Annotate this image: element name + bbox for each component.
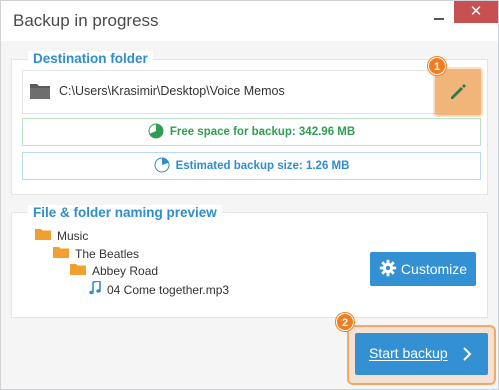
folder-icon xyxy=(70,263,86,278)
tree-item: Music xyxy=(35,228,88,243)
estimated-size-row: Estimated backup size: 1.26 MB xyxy=(22,152,481,180)
destination-folder-title: Destination folder xyxy=(28,51,153,66)
folder-icon xyxy=(29,82,51,100)
pie-estimated-size-icon xyxy=(154,157,170,176)
free-space-label: Free space for backup: 342.96 MB xyxy=(169,126,356,138)
start-backup-label: Start backup xyxy=(369,345,448,361)
estimated-size-label: Estimated backup size: 1.26 MB xyxy=(175,160,350,172)
close-button[interactable]: ✕ xyxy=(454,1,498,23)
minimize-button[interactable] xyxy=(428,7,450,27)
tree-item-label: The Beatles xyxy=(75,246,140,261)
edit-destination-button[interactable] xyxy=(435,69,481,115)
naming-preview-title: File & folder naming preview xyxy=(28,205,222,220)
pencil-icon xyxy=(451,84,466,99)
tree-item: Abbey Road xyxy=(70,263,158,278)
music-note-icon xyxy=(89,280,101,298)
step-badge-1: 1 xyxy=(428,57,446,75)
folder-icon xyxy=(53,246,69,261)
folder-icon xyxy=(35,228,51,243)
tree-item-label: Music xyxy=(57,228,89,243)
destination-path-text: C:\Users\Krasimir\Desktop\Voice Memos xyxy=(59,84,285,98)
start-backup-button[interactable]: Start backup xyxy=(355,333,488,375)
tree-item-label: Abbey Road xyxy=(92,263,159,278)
tree-item: The Beatles xyxy=(53,246,139,261)
customize-button[interactable]: Customize xyxy=(370,252,476,286)
tree-item-label: 04 Come together.mp3 xyxy=(107,282,230,297)
tree-item: 04 Come together.mp3 xyxy=(89,280,230,298)
chevron-right-icon xyxy=(462,347,472,364)
window-title: Backup in progress xyxy=(13,11,159,30)
gear-icon xyxy=(379,259,397,280)
title-bar[interactable]: Backup in progress ✕ xyxy=(1,1,498,41)
pie-free-space-icon xyxy=(148,123,164,142)
step-badge-2: 2 xyxy=(336,313,354,331)
customize-label: Customize xyxy=(400,261,468,277)
free-space-row: Free space for backup: 342.96 MB xyxy=(22,118,481,146)
